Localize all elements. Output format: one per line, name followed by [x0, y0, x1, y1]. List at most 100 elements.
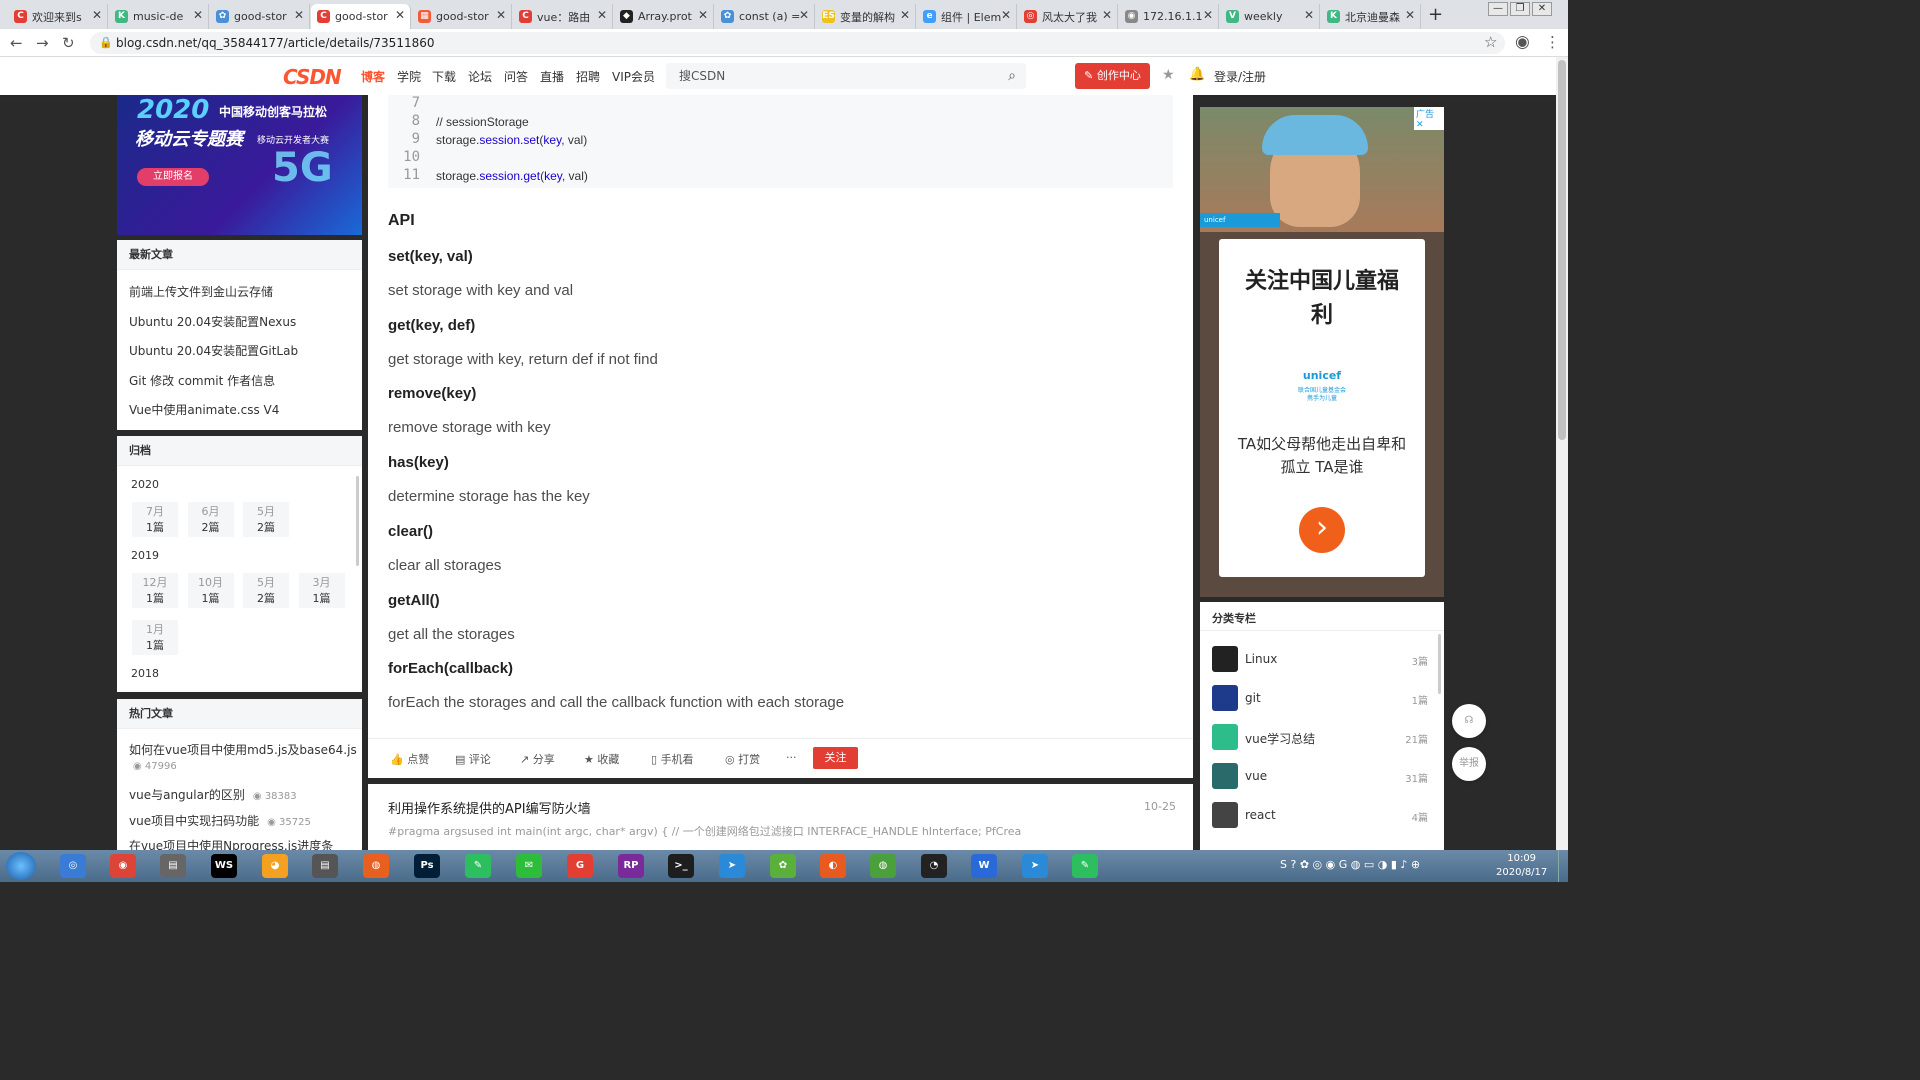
back-icon[interactable]: ←	[10, 34, 23, 52]
close-icon[interactable]: ✕	[395, 8, 405, 22]
share-button[interactable]: ↗ 分享	[520, 751, 555, 767]
banner-cta-button[interactable]: 立即报名	[137, 168, 209, 186]
taskbar-app-icon[interactable]: WS	[211, 854, 237, 878]
taskbar-app-icon[interactable]: Ps	[414, 854, 440, 878]
browser-tab[interactable]: ◎ 风太大了我 ✕	[1018, 4, 1118, 29]
follow-button[interactable]: 关注	[813, 747, 858, 769]
profile-icon[interactable]: ◉	[1515, 32, 1530, 52]
archive-month-button[interactable]: 3月 1篇	[298, 573, 345, 608]
scrollbar-thumb[interactable]	[1558, 60, 1566, 440]
clock[interactable]: 10:09 2020/8/17	[1496, 852, 1547, 880]
archive-scrollbar[interactable]	[356, 476, 359, 566]
close-icon[interactable]: ✕	[799, 8, 809, 22]
nav-item[interactable]: 招聘	[576, 68, 600, 85]
taskbar-app-icon[interactable]: ◐	[820, 854, 846, 878]
search-icon[interactable]: ⌕	[1008, 63, 1016, 89]
taskbar-app-icon[interactable]: ◔	[921, 854, 947, 878]
hot-article-link[interactable]: vue项目中实现扫码功能 ◉ 35725	[129, 812, 311, 829]
browser-tab[interactable]: Cgood-stor ✕	[311, 4, 411, 29]
latest-article-link[interactable]: 前端上传文件到金山云存储	[129, 283, 273, 300]
tray-icons[interactable]: S ? ✿ ◎ ◉ G ◍ ▭ ◑ ▮ ♪ ⊕	[1280, 858, 1420, 871]
favorites-icon[interactable]: ★	[1162, 67, 1175, 83]
taskbar-app-icon[interactable]: RP	[618, 854, 644, 878]
taskbar-app-icon[interactable]: ✿	[770, 854, 796, 878]
collect-button[interactable]: ★ 收藏	[584, 751, 619, 767]
archive-month-button[interactable]: 12月 1篇	[132, 573, 178, 608]
browser-tab[interactable]: Vweekly ✕	[1220, 4, 1320, 29]
url-field[interactable]: 🔒 blog.csdn.net/qq_35844177/article/deta…	[90, 32, 1505, 54]
close-icon[interactable]: ✕	[294, 8, 304, 22]
close-icon[interactable]: ✕	[597, 8, 607, 22]
close-icon[interactable]: ✕	[1001, 8, 1011, 22]
report-button[interactable]: 举报	[1452, 747, 1486, 781]
recommend-title[interactable]: 利用操作系统提供的API编写防火墙	[388, 798, 591, 817]
latest-article-link[interactable]: Vue中使用animate.css V4	[129, 401, 279, 418]
taskbar-app-icon[interactable]: ◍	[363, 854, 389, 878]
column-item[interactable]: git 1篇	[1212, 685, 1432, 711]
close-icon[interactable]: ✕	[1102, 8, 1112, 22]
close-icon[interactable]: ✕	[1304, 8, 1314, 22]
comment-button[interactable]: ▤ 评论	[455, 751, 491, 767]
archive-month-button[interactable]: 10月 1篇	[187, 573, 234, 608]
close-icon[interactable]: ✕	[1203, 8, 1213, 22]
archive-month-button[interactable]: 7月 1篇	[132, 502, 178, 537]
taskbar-app-icon[interactable]: ➤	[1022, 854, 1048, 878]
browser-tab[interactable]: ◉ 172.16.1.1 ✕	[1119, 4, 1219, 29]
taskbar-app-icon[interactable]: ✎	[1072, 854, 1098, 878]
taskbar-app-icon[interactable]: ▤	[160, 854, 186, 878]
latest-article-link[interactable]: Ubuntu 20.04安装配置Nexus	[129, 313, 296, 330]
hot-article-link[interactable]: vue与angular的区别 ◉ 38383	[129, 786, 297, 803]
taskbar-app-icon[interactable]: ✉	[516, 854, 542, 878]
nav-item[interactable]: 博客	[361, 68, 385, 85]
taskbar-app-icon[interactable]: ➤	[719, 854, 745, 878]
star-icon[interactable]: ☆	[1484, 33, 1497, 51]
browser-tab[interactable]: ✿ const (a) = ✕	[715, 4, 815, 29]
latest-article-link[interactable]: Git 修改 commit 作者信息	[129, 372, 275, 389]
customer-service-button[interactable]: ☊	[1452, 704, 1486, 738]
close-icon[interactable]: ✕	[92, 8, 102, 22]
nav-item[interactable]: 直播	[540, 68, 564, 85]
column-item[interactable]: vue 31篇	[1212, 763, 1432, 789]
csdn-logo[interactable]: CSDN	[283, 65, 342, 89]
bell-icon[interactable]: 🔔	[1189, 67, 1205, 82]
latest-article-link[interactable]: Ubuntu 20.04安装配置GitLab	[129, 342, 298, 359]
browser-tab[interactable]: Kmusic-de ✕	[109, 4, 209, 29]
ad-label[interactable]: 广告 ✕	[1414, 107, 1444, 130]
forward-icon[interactable]: →	[36, 34, 49, 52]
column-item[interactable]: Linux 3篇	[1212, 646, 1432, 672]
login-link[interactable]: 登录/注册	[1214, 68, 1266, 85]
close-icon[interactable]: ✕	[496, 8, 506, 22]
hot-article-link[interactable]: 在vue项目中使用Nprogress.js进度条	[129, 837, 333, 850]
close-icon[interactable]: ✕	[1416, 120, 1424, 130]
new-tab-button[interactable]: +	[1428, 4, 1443, 25]
start-button[interactable]	[6, 852, 36, 880]
browser-tab[interactable]: Cvue：路由 ✕	[513, 4, 613, 29]
archive-month-button[interactable]: 6月 2篇	[187, 502, 234, 537]
nav-item[interactable]: VIP会员	[612, 68, 655, 85]
browser-tab[interactable]: ◆ Array.prot ✕	[614, 4, 714, 29]
close-icon[interactable]: ✕	[1405, 8, 1415, 22]
menu-icon[interactable]: ⋮	[1545, 33, 1560, 51]
column-item[interactable]: react 4篇	[1212, 802, 1432, 828]
taskbar-app-icon[interactable]: ✎	[465, 854, 491, 878]
close-icon[interactable]: ✕	[900, 8, 910, 22]
close-icon[interactable]: ✕	[193, 8, 203, 22]
close-window-button[interactable]: ✕	[1532, 2, 1552, 16]
ad-arrow-button[interactable]: ›	[1299, 507, 1345, 553]
recommend-item[interactable]: 利用操作系统提供的API编写防火墙 10-25 #pragma argsused…	[368, 784, 1193, 850]
restore-button[interactable]: ❐	[1510, 2, 1530, 16]
taskbar-app-icon[interactable]: >_	[668, 854, 694, 878]
close-icon[interactable]: ✕	[698, 8, 708, 22]
taskbar-app-icon[interactable]: W	[971, 854, 997, 878]
more-button[interactable]: ···	[786, 751, 797, 764]
browser-tab[interactable]: C 欢迎来到s ✕	[8, 4, 108, 29]
columns-scrollbar[interactable]	[1438, 634, 1441, 694]
like-button[interactable]: 👍 点赞	[390, 751, 429, 767]
browser-tab[interactable]: e 组件 | Elem ✕	[917, 4, 1017, 29]
browser-tab[interactable]: ✿ good-stor ✕	[210, 4, 310, 29]
nav-item[interactable]: 论坛	[468, 68, 492, 85]
nav-item[interactable]: 问答	[504, 68, 528, 85]
promo-banner[interactable]: 2020 中国移动创客马拉松 移动云专题赛 移动云开发者大赛 立即报名 5G	[117, 95, 362, 235]
nav-item[interactable]: 下载	[432, 68, 456, 85]
nav-item[interactable]: 学院	[397, 68, 421, 85]
